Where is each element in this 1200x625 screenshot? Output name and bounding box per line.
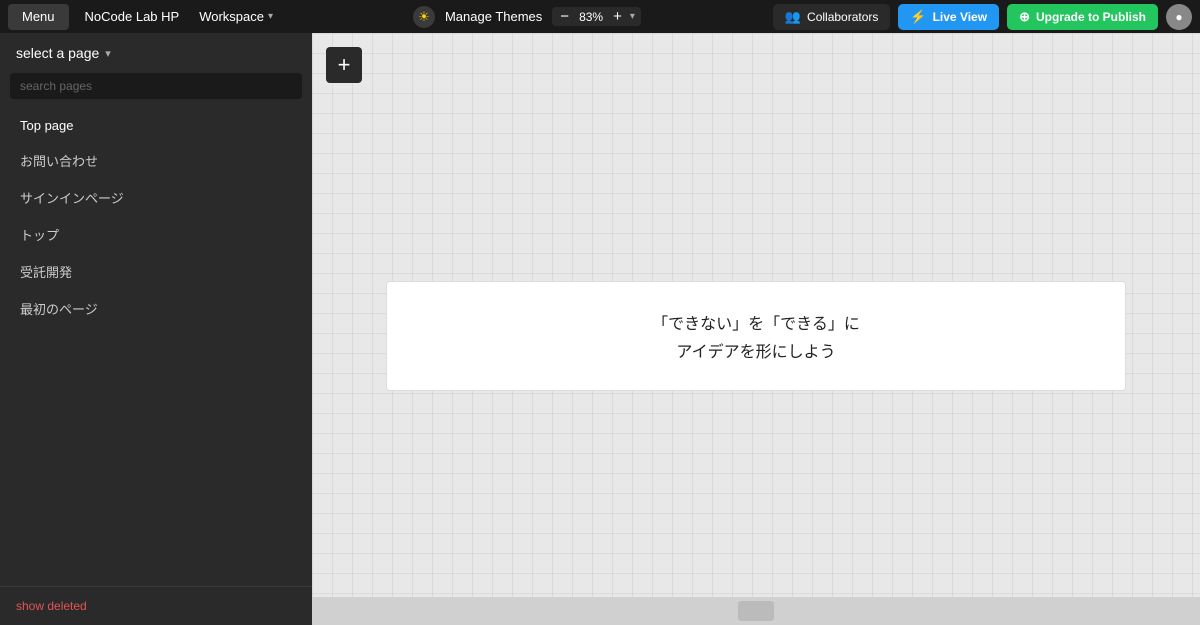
canvas-area: + 「できない」を「できる」に アイデアを形にしよう <box>312 33 1200 625</box>
sidebar: select a page ▾ Top pageお問い合わせサインインページトッ… <box>0 33 312 625</box>
live-view-label: Live View <box>933 10 987 24</box>
page-list-item[interactable]: Top page <box>0 109 312 142</box>
workspace-label: Workspace <box>199 9 264 24</box>
page-list-item[interactable]: トップ <box>0 216 312 253</box>
zoom-dropdown-icon[interactable]: ▾ <box>628 11 637 22</box>
sun-icon: ☀ <box>418 9 430 25</box>
app-name: NoCode Lab HP <box>77 9 188 24</box>
menu-button[interactable]: Menu <box>8 4 69 30</box>
publish-icon <box>1019 9 1030 25</box>
topbar: Menu NoCode Lab HP Workspace ▾ ☀ Manage … <box>0 0 1200 33</box>
canvas-bottom-bar <box>312 597 1200 625</box>
topbar-right: Collaborators Live View Upgrade to Publi… <box>773 4 1192 30</box>
zoom-controls: − 83% + ▾ <box>552 7 641 26</box>
select-page-arrow-icon: ▾ <box>105 47 111 60</box>
collaborators-button[interactable]: Collaborators <box>773 4 891 30</box>
canvas-text-block[interactable]: 「できない」を「できる」に アイデアを形にしよう <box>386 281 1126 391</box>
bolt-icon <box>910 9 926 25</box>
zoom-in-button[interactable]: + <box>609 9 626 24</box>
canvas-text-line2: アイデアを形にしよう <box>676 338 835 362</box>
search-pages-input[interactable] <box>10 73 302 99</box>
canvas-text-line1: 「できない」を「できる」に <box>652 310 860 334</box>
chevron-down-icon: ▾ <box>268 11 273 22</box>
topbar-center: ☀ Manage Themes − 83% + ▾ <box>281 6 773 28</box>
theme-icon[interactable]: ☀ <box>413 6 435 28</box>
zoom-out-button[interactable]: − <box>556 9 573 24</box>
plus-icon: + <box>338 54 351 76</box>
publish-button[interactable]: Upgrade to Publish <box>1007 4 1158 30</box>
live-view-button[interactable]: Live View <box>898 4 999 30</box>
collaborators-label: Collaborators <box>807 10 878 24</box>
pages-list: Top pageお問い合わせサインインページトップ受託開発最初のページ <box>0 105 312 586</box>
add-element-button[interactable]: + <box>326 47 362 83</box>
show-deleted-link[interactable]: show deleted <box>16 599 87 613</box>
page-list-item[interactable]: サインインページ <box>0 179 312 216</box>
page-selector-header[interactable]: select a page ▾ <box>0 33 312 73</box>
zoom-level-display: 83% <box>575 10 607 24</box>
select-page-label: select a page <box>16 45 99 61</box>
page-list-item[interactable]: 受託開発 <box>0 253 312 290</box>
workspace-dropdown[interactable]: Workspace ▾ <box>191 9 281 24</box>
manage-themes-button[interactable]: Manage Themes <box>445 9 542 24</box>
page-list-item[interactable]: お問い合わせ <box>0 142 312 179</box>
avatar[interactable]: ● <box>1166 4 1192 30</box>
publish-label: Upgrade to Publish <box>1036 10 1146 24</box>
sidebar-footer: show deleted <box>0 586 312 625</box>
main-layout: select a page ▾ Top pageお問い合わせサインインページトッ… <box>0 33 1200 625</box>
avatar-initial: ● <box>1175 10 1182 24</box>
page-list-item[interactable]: 最初のページ <box>0 290 312 327</box>
canvas-bottom-handle[interactable] <box>738 601 774 621</box>
people-icon <box>785 9 801 25</box>
